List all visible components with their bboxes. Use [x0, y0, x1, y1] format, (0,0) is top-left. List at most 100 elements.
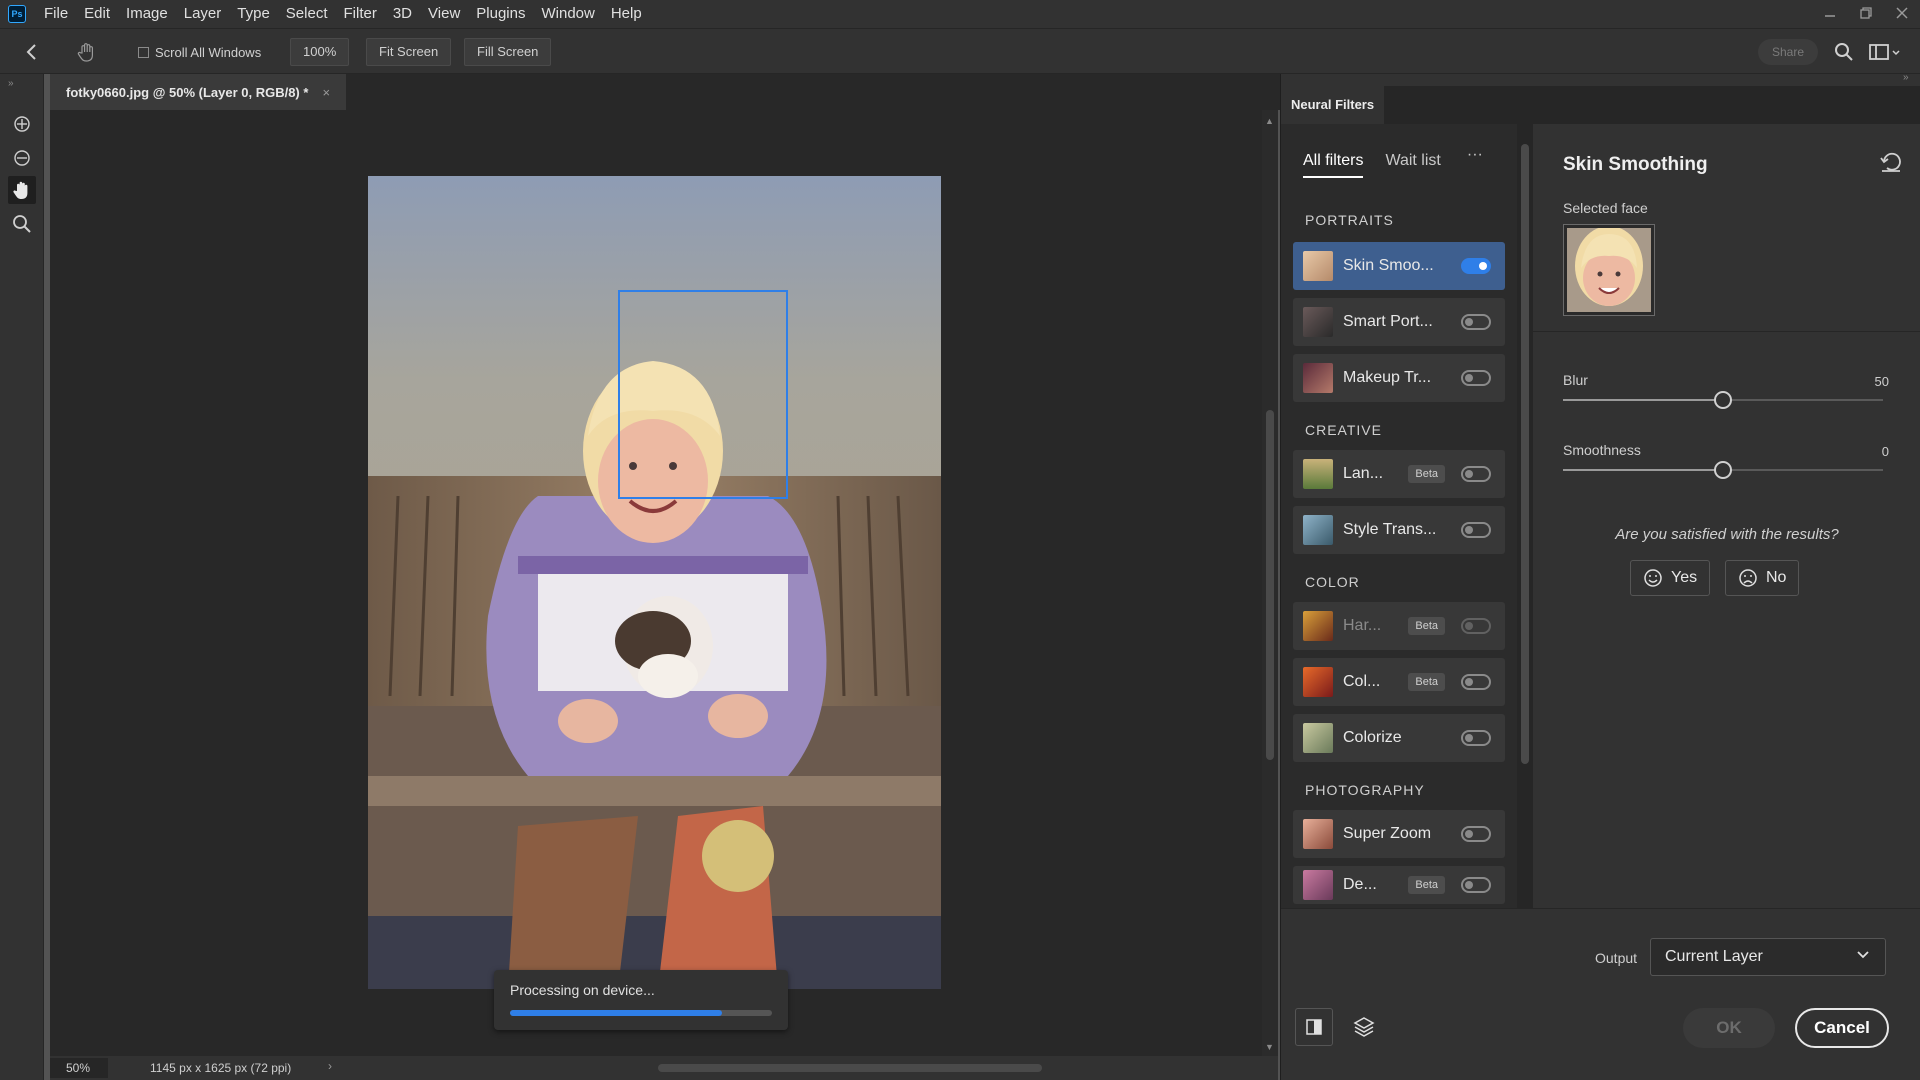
share-button[interactable]: Share [1758, 39, 1819, 65]
filter-smart-portrait[interactable]: Smart Port... [1293, 298, 1505, 346]
collapse-panel-icon[interactable]: » [1903, 72, 1909, 83]
filter-colorize[interactable]: Colorize [1293, 714, 1505, 762]
filter-style-transfer[interactable]: Style Trans... [1293, 506, 1505, 554]
menu-3d[interactable]: 3D [385, 0, 420, 28]
horizontal-scroll-thumb[interactable] [658, 1064, 1042, 1072]
tab-all-filters[interactable]: All filters [1303, 152, 1364, 178]
filter-name: Super Zoom [1343, 825, 1432, 842]
layers-preview-icon[interactable] [1345, 1008, 1383, 1046]
menu-help[interactable]: Help [603, 0, 650, 28]
filter-toggle[interactable] [1461, 522, 1491, 538]
filter-super-zoom[interactable]: Super Zoom [1293, 810, 1505, 858]
filter-name: De... [1343, 876, 1377, 893]
filter-landscape-mixer[interactable]: Lan... Beta [1293, 450, 1505, 498]
neural-filters-tab[interactable]: Neural Filters [1281, 86, 1385, 124]
menu-image[interactable]: Image [118, 0, 176, 28]
filter-toggle[interactable] [1461, 618, 1491, 634]
filter-toggle[interactable] [1461, 314, 1491, 330]
hand-tool-preset-icon[interactable] [76, 38, 98, 66]
scroll-down-icon[interactable]: ▼ [1265, 1042, 1274, 1052]
filter-skin-smoothing[interactable]: Skin Smoo... [1293, 242, 1505, 290]
zoom-100-button[interactable]: 100% [290, 38, 350, 66]
menu-filter[interactable]: Filter [336, 0, 385, 28]
filter-toggle[interactable] [1461, 258, 1491, 274]
happy-face-icon [1644, 569, 1662, 587]
landscape-mixer-thumbnail [1303, 459, 1333, 489]
scroll-up-icon[interactable]: ▲ [1265, 116, 1274, 126]
blur-slider-handle[interactable] [1714, 391, 1732, 409]
output-value: Current Layer [1665, 948, 1763, 965]
menu-window[interactable]: Window [533, 0, 602, 28]
minimize-icon[interactable] [1812, 0, 1848, 26]
status-menu-arrow-icon[interactable]: › [328, 1059, 332, 1073]
ok-button[interactable]: OK [1683, 1008, 1775, 1048]
restore-icon[interactable] [1848, 0, 1884, 26]
beta-badge: Beta [1408, 617, 1445, 635]
menu-type[interactable]: Type [229, 0, 278, 28]
selected-face-thumbnail[interactable] [1563, 224, 1655, 316]
menu-bar: Ps File Edit Image Layer Type Select Fil… [0, 0, 1920, 28]
window-controls [1812, 0, 1920, 28]
menu-view[interactable]: View [420, 0, 468, 28]
filter-tabs: All filters Wait list ··· [1303, 146, 1483, 178]
beta-badge: Beta [1408, 673, 1445, 691]
vertical-scroll-thumb[interactable] [1266, 410, 1274, 760]
close-window-icon[interactable] [1884, 0, 1920, 26]
fit-screen-button[interactable]: Fit Screen [366, 38, 452, 66]
search-icon[interactable] [1834, 38, 1854, 66]
category-photography: PHOTOGRAPHY [1305, 782, 1425, 798]
filter-list-scroll-thumb[interactable] [1521, 144, 1529, 764]
subtract-tool-icon[interactable] [8, 144, 36, 172]
filter-toggle[interactable] [1461, 730, 1491, 746]
back-arrow-icon[interactable] [24, 38, 40, 66]
menu-plugins[interactable]: Plugins [468, 0, 533, 28]
style-transfer-thumbnail [1303, 515, 1333, 545]
filter-name: Lan... [1343, 465, 1384, 482]
reset-icon[interactable] [1879, 152, 1903, 177]
filter-toggle[interactable] [1461, 466, 1491, 482]
tools-panel: » [0, 74, 44, 1080]
filter-depth-blur[interactable]: De... Beta [1293, 866, 1505, 904]
zoom-level-field[interactable]: 50% [50, 1058, 108, 1078]
zoom-tool-icon[interactable] [8, 210, 36, 238]
super-zoom-thumbnail [1303, 819, 1333, 849]
menu-layer[interactable]: Layer [176, 0, 230, 28]
filter-harmonization[interactable]: Har... Beta [1293, 602, 1505, 650]
tab-wait-list[interactable]: Wait list [1385, 152, 1440, 178]
smoothness-slider[interactable] [1563, 461, 1883, 479]
smoothness-slider-fill [1563, 469, 1723, 471]
filter-makeup-transfer[interactable]: Makeup Tr... [1293, 354, 1505, 402]
close-tab-icon[interactable]: × [322, 85, 330, 100]
document-tab[interactable]: fotky0660.jpg @ 50% (Layer 0, RGB/8) * × [50, 74, 347, 110]
filter-toggle[interactable] [1461, 826, 1491, 842]
filter-toggle[interactable] [1461, 674, 1491, 690]
menu-select[interactable]: Select [278, 0, 336, 28]
filter-list-scrollbar[interactable] [1517, 124, 1533, 908]
horizontal-scrollbar[interactable] [348, 1060, 1258, 1076]
menu-file[interactable]: File [36, 0, 76, 28]
colorize-thumbnail [1303, 723, 1333, 753]
scroll-all-windows-checkbox[interactable]: Scroll All Windows [138, 38, 261, 66]
filter-toggle[interactable] [1461, 370, 1491, 386]
filter-name: Smart Port... [1343, 313, 1433, 330]
filter-toggle[interactable] [1461, 877, 1491, 893]
before-after-toggle-icon[interactable] [1295, 1008, 1333, 1046]
filter-list: All filters Wait list ··· PORTRAITS Skin… [1281, 124, 1517, 908]
fill-screen-button[interactable]: Fill Screen [464, 38, 552, 66]
feedback-yes-button[interactable]: Yes [1630, 560, 1711, 596]
vertical-scrollbar[interactable]: ▲ ▼ [1262, 110, 1278, 1056]
filter-color-transfer[interactable]: Col... Beta [1293, 658, 1505, 706]
collapse-toolbar-icon[interactable]: » [8, 78, 14, 89]
menu-edit[interactable]: Edit [76, 0, 118, 28]
blur-slider[interactable] [1563, 391, 1883, 409]
face-detection-box[interactable] [618, 290, 788, 499]
face-tool-icon[interactable] [8, 110, 36, 138]
more-options-icon[interactable]: ··· [1467, 146, 1483, 178]
feedback-no-button[interactable]: No [1725, 560, 1800, 596]
settings-title: Skin Smoothing [1563, 154, 1708, 175]
cancel-button[interactable]: Cancel [1795, 1008, 1889, 1048]
hand-tool-icon[interactable] [8, 176, 36, 204]
output-select[interactable]: Current Layer [1650, 938, 1886, 976]
smoothness-slider-handle[interactable] [1714, 461, 1732, 479]
workspace-icon[interactable] [1868, 38, 1902, 66]
